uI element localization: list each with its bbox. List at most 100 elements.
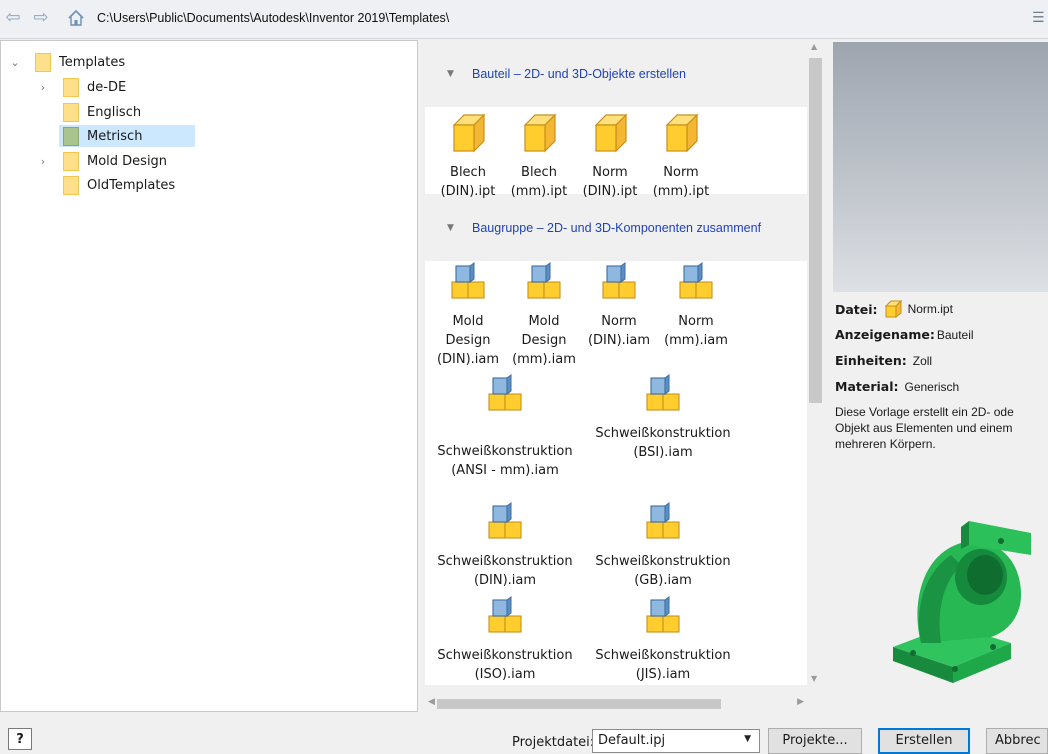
units-label: Einheiten: bbox=[835, 353, 907, 368]
template-list: ▼ Bauteil – 2D- und 3D-Objekte erstellen… bbox=[425, 40, 807, 685]
tree-item-de-de[interactable]: › de-DE bbox=[35, 76, 126, 98]
folder-icon bbox=[63, 151, 79, 171]
scroll-up-icon[interactable]: ▲ bbox=[811, 42, 817, 51]
assembly-icon bbox=[527, 262, 561, 299]
tree-item-metrisch[interactable]: Metrisch bbox=[59, 125, 195, 147]
cancel-button[interactable]: Abbrec bbox=[986, 728, 1048, 754]
template-label: Mold Design (DIN).iam bbox=[436, 314, 500, 367]
assembly-icon bbox=[679, 262, 713, 299]
template-description: Diese Vorlage erstellt ein 2D- ode Objek… bbox=[835, 405, 1014, 451]
project-file-value: Default.ipj bbox=[598, 733, 666, 748]
template-item[interactable]: Schweißkonstruktion (DIN).iam bbox=[427, 502, 583, 590]
template-label: Schweißkonstruktion (ISO).iam bbox=[437, 648, 573, 682]
template-label: Schweißkonstruktion (BSI).iam bbox=[595, 426, 731, 460]
file-row: Datei: Norm.ipt bbox=[835, 300, 953, 318]
template-preview bbox=[833, 42, 1048, 292]
tree-item-oldtemplates[interactable]: OldTemplates bbox=[35, 174, 175, 196]
scroll-down-icon[interactable]: ▼ bbox=[811, 674, 817, 683]
folder-icon bbox=[63, 126, 79, 146]
template-item[interactable]: Norm (mm).iam bbox=[656, 262, 736, 350]
tree-item-label: Metrisch bbox=[87, 128, 143, 144]
arrow-left-icon[interactable]: ⇦ bbox=[3, 8, 23, 28]
part-icon bbox=[884, 300, 902, 318]
assembly-icon bbox=[488, 374, 522, 411]
template-item[interactable]: Blech (DIN).ipt bbox=[428, 113, 508, 201]
part-icon bbox=[665, 113, 699, 153]
tree-item-label: OldTemplates bbox=[87, 177, 176, 193]
assembly-icon bbox=[646, 374, 680, 411]
create-button[interactable]: Erstellen bbox=[878, 728, 970, 754]
list-view-icon[interactable]: ☰ bbox=[1032, 10, 1048, 26]
home-icon[interactable] bbox=[66, 8, 86, 28]
assembly-icon bbox=[602, 262, 636, 299]
template-item[interactable]: Schweißkonstruktion (ISO).iam bbox=[427, 596, 583, 684]
arrow-right-icon[interactable]: ⇨ bbox=[31, 8, 51, 28]
dropdown-arrow-icon[interactable]: ▼ bbox=[744, 734, 751, 744]
template-label: Schweißkonstruktion (ANSI - mm).iam bbox=[437, 444, 573, 478]
file-value: Norm.ipt bbox=[907, 302, 953, 316]
section-header-part[interactable]: ▼ Bauteil – 2D- und 3D-Objekte erstellen bbox=[425, 40, 807, 107]
chevron-right-icon[interactable]: › bbox=[35, 155, 51, 168]
model-preview-image bbox=[893, 521, 1031, 683]
chevron-down-icon[interactable]: ⌄ bbox=[7, 56, 23, 69]
template-item[interactable]: Schweißkonstruktion (GB).iam bbox=[585, 502, 741, 590]
help-button[interactable]: ? bbox=[8, 728, 32, 750]
template-label: Blech (DIN).ipt bbox=[440, 165, 496, 199]
section-title: Baugruppe – 2D- und 3D-Komponenten zusam… bbox=[472, 221, 762, 235]
tree-item-mold-design[interactable]: › Mold Design bbox=[35, 150, 167, 172]
template-label: Norm (mm).iam bbox=[664, 314, 728, 348]
scrollbar-thumb[interactable] bbox=[809, 58, 822, 403]
assembly-icon bbox=[646, 596, 680, 633]
project-file-select[interactable]: Default.ipj ▼ bbox=[592, 729, 760, 753]
material-row: Material: Generisch bbox=[835, 379, 959, 394]
assembly-icon bbox=[451, 262, 485, 299]
template-item[interactable]: Norm (DIN).iam bbox=[579, 262, 659, 350]
template-item[interactable]: Schweißkonstruktion (BSI).iam bbox=[585, 374, 741, 462]
projects-button[interactable]: Projekte... bbox=[768, 728, 862, 754]
template-item[interactable]: Norm (DIN).ipt bbox=[570, 113, 650, 201]
scroll-right-icon[interactable]: ▶ bbox=[797, 697, 804, 707]
folder-icon bbox=[35, 52, 51, 72]
tree-item-label: Templates bbox=[59, 54, 126, 70]
template-label: Blech (mm).ipt bbox=[510, 165, 568, 199]
scroll-left-icon[interactable]: ◀ bbox=[428, 697, 435, 707]
folder-icon bbox=[63, 102, 79, 122]
material-value: Generisch bbox=[904, 379, 960, 394]
address-bar: ⇦ ⇨ C:\Users\Public\Documents\Autodesk\I… bbox=[0, 0, 1048, 39]
assembly-icon bbox=[646, 502, 680, 539]
template-item[interactable]: Mold Design (mm).iam bbox=[504, 262, 584, 369]
units-value: Zoll bbox=[912, 353, 933, 368]
part-icon bbox=[523, 113, 557, 153]
chevron-right-icon[interactable]: › bbox=[35, 81, 51, 94]
part-icon bbox=[594, 113, 628, 153]
folder-tree: ⌄ Templates › de-DE Englisch Metrisch › … bbox=[0, 40, 418, 712]
display-name-row: Anzeigename: Bauteil bbox=[835, 327, 974, 342]
template-item[interactable]: Schweißkonstruktion (ANSI - mm).iam bbox=[427, 374, 583, 480]
template-label: Norm (DIN).iam bbox=[587, 314, 651, 348]
tree-item-label: Englisch bbox=[87, 104, 142, 120]
material-label: Material: bbox=[835, 379, 899, 394]
path-text[interactable]: C:\Users\Public\Documents\Autodesk\Inven… bbox=[97, 11, 449, 25]
template-info: Datei: Norm.ipt Anzeigename: Bauteil Ein… bbox=[833, 300, 1048, 700]
tree-item-englisch[interactable]: Englisch bbox=[35, 101, 141, 123]
tree-item-templates[interactable]: ⌄ Templates bbox=[7, 51, 125, 73]
units-row: Einheiten: Zoll bbox=[835, 353, 932, 368]
template-label: Schweißkonstruktion (DIN).iam bbox=[437, 554, 573, 588]
template-item[interactable]: Schweißkonstruktion (JIS).iam bbox=[585, 596, 741, 684]
assembly-icon bbox=[488, 502, 522, 539]
tree-item-label: Mold Design bbox=[87, 153, 168, 169]
template-label: Mold Design (mm).iam bbox=[512, 314, 576, 367]
template-item[interactable]: Mold Design (DIN).iam bbox=[428, 262, 508, 369]
template-item[interactable]: Blech (mm).ipt bbox=[499, 113, 579, 201]
triangle-down-icon[interactable]: ▼ bbox=[447, 223, 454, 233]
section-header-assembly[interactable]: ▼ Baugruppe – 2D- und 3D-Komponenten zus… bbox=[425, 194, 807, 261]
project-file-label: Projektdatei: bbox=[512, 735, 595, 750]
template-label: Schweißkonstruktion (JIS).iam bbox=[595, 648, 731, 682]
scrollbar-thumb[interactable] bbox=[437, 699, 721, 709]
template-item[interactable]: Norm (mm).ipt bbox=[641, 113, 721, 201]
triangle-down-icon[interactable]: ▼ bbox=[447, 69, 454, 79]
display-name-value: Bauteil bbox=[936, 327, 974, 342]
folder-icon bbox=[63, 77, 79, 97]
section-title: Bauteil – 2D- und 3D-Objekte erstellen bbox=[472, 67, 687, 81]
folder-icon bbox=[63, 175, 79, 195]
